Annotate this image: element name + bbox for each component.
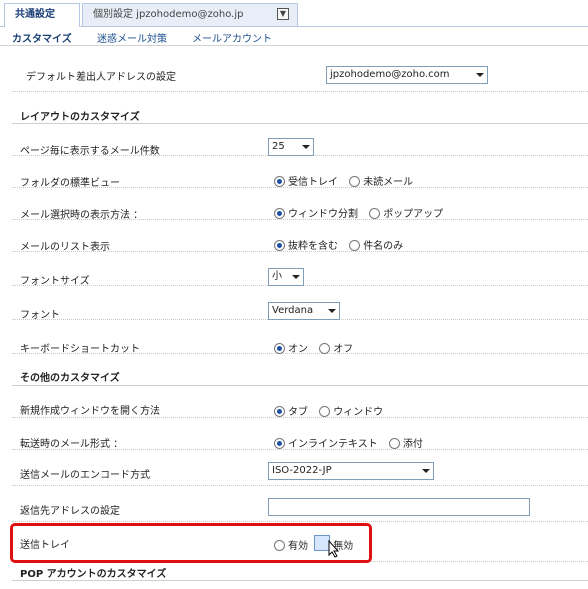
new-window-label: 新規作成ウィンドウを開く方法 bbox=[20, 406, 160, 417]
section-divider bbox=[12, 580, 588, 581]
chevron-down-icon[interactable]: ▼ bbox=[277, 8, 289, 20]
radio-selected-icon bbox=[274, 240, 285, 251]
mails-per-page-label: ページ毎に表示するメール件数 bbox=[20, 146, 160, 157]
row-reply-to: 返信先アドレスの設定 bbox=[12, 486, 588, 522]
new-window-options: タブ ウィンドウ bbox=[274, 403, 391, 418]
row-list-display: メールのリスト表示 抜粋を含む 件名のみ bbox=[12, 220, 588, 253]
encoding-label: 送信メールのエンコード方式 bbox=[20, 470, 150, 481]
encoding-value: ISO-2022-JP bbox=[272, 465, 332, 476]
chevron-down-icon bbox=[476, 73, 484, 77]
section-other-title: その他のカスタマイズ bbox=[20, 373, 120, 384]
radio-icon bbox=[349, 176, 361, 187]
display-method-label: メール選択時の表示方法 ： bbox=[20, 210, 144, 221]
row-keyboard-shortcut: キーボードショートカット オン オフ bbox=[12, 320, 588, 355]
font-label: フォント bbox=[20, 310, 60, 321]
tab-individual-label: 個別設定 jpzohodemo@zoho.jp bbox=[93, 9, 244, 20]
folder-view-options: 受信トレイ 未読メール bbox=[274, 173, 421, 188]
section-pop-title: POP アカウントのカスタマイズ bbox=[20, 569, 167, 580]
font-value: Verdana bbox=[272, 305, 314, 316]
folder-view-unread-option[interactable]: 未読メール bbox=[349, 173, 413, 188]
sub-navigation: カスタマイズ 迷惑メール対策 メールアカウント bbox=[0, 26, 588, 46]
display-method-split-option[interactable]: ウィンドウ分割 bbox=[274, 205, 358, 220]
row-encoding: 送信メールのエンコード方式 ISO-2022-JP bbox=[12, 450, 588, 486]
radio-selected-icon bbox=[274, 343, 285, 354]
row-font: フォント Verdana bbox=[12, 286, 588, 321]
mails-per-page-value: 25 bbox=[272, 141, 285, 152]
row-folder-view: フォルダの標準ビュー 受信トレイ 未読メール bbox=[12, 156, 588, 189]
keyboard-shortcut-options: オン オフ bbox=[274, 340, 361, 355]
radio-selected-icon bbox=[274, 406, 285, 417]
radio-selected-icon bbox=[274, 176, 285, 187]
radio-selected-icon bbox=[274, 438, 285, 449]
radio-selected-icon bbox=[274, 208, 285, 219]
subtab-mail-account[interactable]: メールアカウント bbox=[192, 30, 272, 45]
list-display-label: メールのリスト表示 bbox=[20, 242, 110, 253]
row-mails-per-page: ページ毎に表示するメール件数 25 bbox=[12, 124, 588, 157]
encoding-select[interactable]: ISO-2022-JP bbox=[268, 462, 434, 480]
list-display-subject-option[interactable]: 件名のみ bbox=[349, 237, 403, 252]
mouse-pointer-icon bbox=[328, 540, 340, 558]
radio-icon bbox=[369, 208, 381, 219]
folder-view-label: フォルダの標準ビュー bbox=[20, 178, 120, 189]
reply-to-label: 返信先アドレスの設定 bbox=[20, 506, 120, 517]
folder-view-inbox-option[interactable]: 受信トレイ bbox=[274, 173, 338, 188]
forward-format-label: 転送時のメール形式 ： bbox=[20, 439, 124, 450]
new-window-tab-option[interactable]: タブ bbox=[274, 403, 308, 418]
keyboard-shortcut-on-option[interactable]: オン bbox=[274, 340, 308, 355]
row-display-method: メール選択時の表示方法 ： ウィンドウ分割 ポップアップ bbox=[12, 188, 588, 221]
list-display-options: 抜粋を含む 件名のみ bbox=[274, 237, 411, 252]
keyboard-shortcut-label: キーボードショートカット bbox=[20, 344, 140, 355]
font-size-value: 小 bbox=[272, 271, 282, 282]
font-size-label: フォントサイズ bbox=[20, 276, 90, 287]
radio-icon bbox=[388, 438, 400, 449]
radio-icon bbox=[349, 240, 361, 251]
chevron-down-icon bbox=[292, 275, 300, 279]
subtab-spam[interactable]: 迷惑メール対策 bbox=[97, 30, 167, 45]
default-sender-select[interactable]: jpzohodemo@zoho.com bbox=[326, 66, 488, 84]
default-sender-label: デフォルト差出人アドレスの設定 bbox=[26, 72, 176, 83]
forward-format-attachment-option[interactable]: 添付 bbox=[388, 435, 423, 450]
new-window-window-option[interactable]: ウィンドウ bbox=[319, 403, 383, 418]
chevron-down-icon bbox=[328, 309, 336, 313]
forward-format-inline-option[interactable]: インラインテキスト bbox=[274, 435, 378, 450]
mails-per-page-select[interactable]: 25 bbox=[268, 138, 314, 156]
row-new-window: 新規作成ウィンドウを開く方法 タブ ウィンドウ bbox=[12, 386, 588, 418]
tab-common-settings[interactable]: 共通設定 bbox=[4, 3, 80, 27]
chevron-down-icon bbox=[302, 145, 310, 149]
chevron-down-icon bbox=[422, 469, 430, 473]
row-font-size: フォントサイズ 小 bbox=[12, 252, 588, 287]
display-method-popup-option[interactable]: ポップアップ bbox=[369, 205, 443, 220]
radio-icon bbox=[319, 343, 331, 354]
default-sender-value: jpzohodemo@zoho.com bbox=[330, 69, 450, 80]
reply-to-input[interactable] bbox=[268, 498, 530, 516]
subtab-customize[interactable]: カスタマイズ bbox=[12, 30, 72, 45]
row-default-sender: デフォルト差出人アドレスの設定 jpzohodemo@zoho.com bbox=[12, 58, 588, 92]
display-method-options: ウィンドウ分割 ポップアップ bbox=[274, 205, 451, 220]
section-layout-title: レイアウトのカスタマイズ bbox=[20, 112, 140, 123]
top-tab-bar: 共通設定 個別設定 jpzohodemo@zoho.jp ▼ bbox=[0, 0, 588, 27]
tab-individual-settings[interactable]: 個別設定 jpzohodemo@zoho.jp ▼ bbox=[82, 3, 298, 27]
list-display-excerpt-option[interactable]: 抜粋を含む bbox=[274, 237, 338, 252]
font-select[interactable]: Verdana bbox=[268, 302, 340, 320]
row-forward-format: 転送時のメール形式 ： インラインテキスト 添付 bbox=[12, 418, 588, 450]
forward-format-options: インラインテキスト 添付 bbox=[274, 435, 431, 450]
radio-icon bbox=[319, 406, 331, 417]
keyboard-shortcut-off-option[interactable]: オフ bbox=[319, 340, 353, 355]
font-size-select[interactable]: 小 bbox=[268, 268, 304, 286]
